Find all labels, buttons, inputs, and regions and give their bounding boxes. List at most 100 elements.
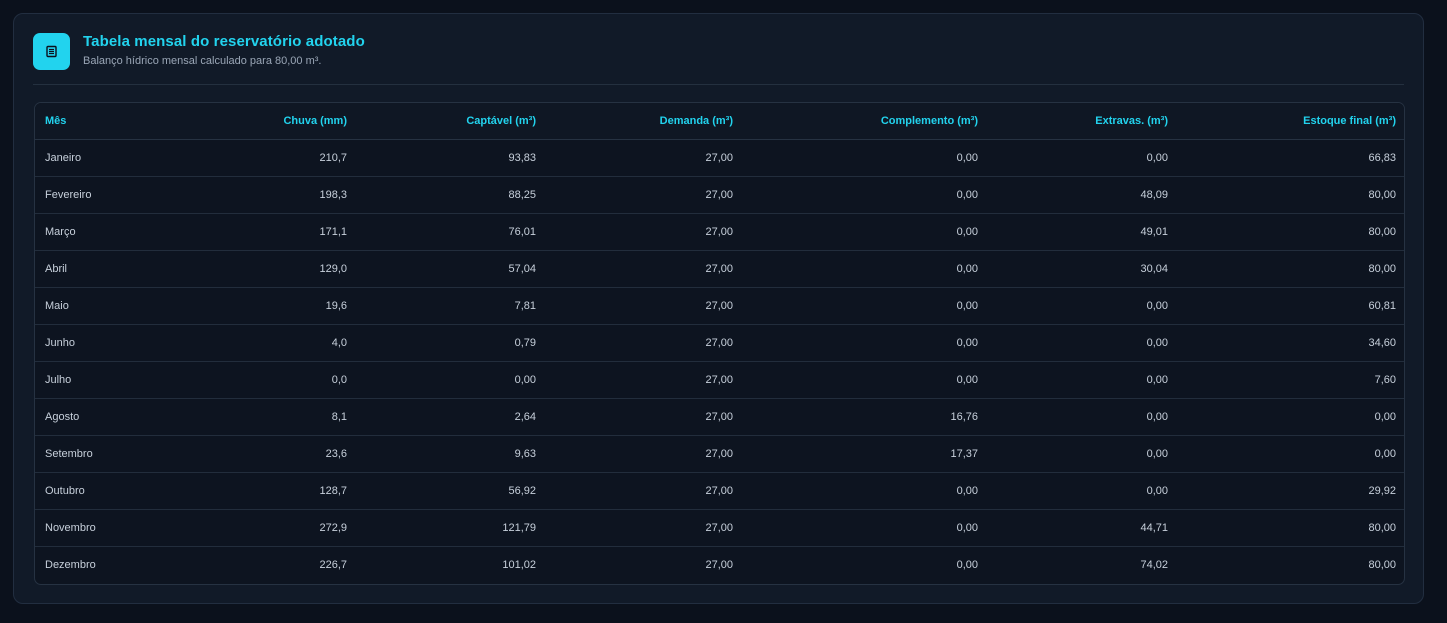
cell-overflow: 0,00 bbox=[988, 287, 1178, 325]
column-header-final-stock: Estoque final (m³) bbox=[1178, 103, 1404, 140]
cell-final-stock: 0,00 bbox=[1178, 398, 1404, 436]
column-header-rain: Chuva (mm) bbox=[185, 103, 357, 140]
card-subtitle: Balanço hídrico mensal calculado para 80… bbox=[83, 55, 322, 67]
table-row: Setembro 23,6 9,63 27,00 17,37 0,00 0,00 bbox=[35, 435, 1404, 473]
cell-final-stock: 29,92 bbox=[1178, 472, 1404, 510]
cell-capturable: 0,79 bbox=[357, 324, 546, 362]
cell-overflow: 0,00 bbox=[988, 398, 1178, 436]
column-header-overflow: Extravas. (m³) bbox=[988, 103, 1178, 140]
cell-complement: 17,37 bbox=[743, 435, 988, 473]
cell-overflow: 0,00 bbox=[988, 324, 1178, 362]
cell-complement: 0,00 bbox=[743, 139, 988, 177]
cell-demand: 27,00 bbox=[705, 559, 733, 571]
cell-capturable: 0,00 bbox=[357, 361, 546, 399]
cell-month: Março bbox=[35, 213, 185, 251]
cell-overflow: 74,02 bbox=[1140, 559, 1168, 571]
table-row: Dezembro 226,7 101,02 27,00 0,00 74,02 80,00 bbox=[35, 547, 1404, 584]
cell-demand: 27,00 bbox=[546, 361, 743, 399]
card-title: Tabela mensal do reservatório adotado bbox=[83, 33, 365, 50]
cell-month: Maio bbox=[35, 287, 185, 325]
cell-rain: 4,0 bbox=[185, 324, 357, 362]
cell-demand: 27,00 bbox=[546, 472, 743, 510]
cell-complement: 0,00 bbox=[743, 472, 988, 510]
cell-overflow: 44,71 bbox=[988, 509, 1178, 547]
column-header-month: Mês bbox=[35, 103, 185, 140]
cell-complement: 0,00 bbox=[743, 361, 988, 399]
cell-month: Setembro bbox=[35, 435, 185, 473]
cell-final-stock: 80,00 bbox=[1178, 213, 1404, 251]
monthly-table-container: Mês Chuva (mm) Captável (m³) Demanda (m³) Co… bbox=[34, 102, 1405, 585]
cell-capturable: 57,04 bbox=[357, 250, 546, 288]
table-row: Julho 0,0 0,00 27,00 0,00 0,00 7,60 bbox=[35, 361, 1404, 399]
cell-rain: 272,9 bbox=[185, 509, 357, 547]
cell-rain: 210,7 bbox=[185, 139, 357, 177]
cell-overflow: 0,00 bbox=[988, 361, 1178, 399]
cell-complement: 0,00 bbox=[743, 250, 988, 288]
table-row: Junho 4,0 0,79 27,00 0,00 0,00 34,60 bbox=[35, 324, 1404, 362]
cell-demand: 27,00 bbox=[546, 509, 743, 547]
cell-capturable: 9,63 bbox=[357, 435, 546, 473]
cell-overflow: 0,00 bbox=[988, 472, 1178, 510]
cell-month: Agosto bbox=[35, 398, 185, 436]
cell-final-stock: 80,00 bbox=[1368, 559, 1396, 571]
cell-final-stock: 66,83 bbox=[1178, 139, 1404, 177]
table-header-row: Mês Chuva (mm) Captável (m³) Demanda (m³) Co… bbox=[35, 103, 1404, 140]
card-header: Tabela mensal do reservatório adotado Ba… bbox=[33, 33, 1404, 85]
cell-capturable: 76,01 bbox=[357, 213, 546, 251]
cell-rain: 0,0 bbox=[185, 361, 357, 399]
cell-overflow: 0,00 bbox=[988, 139, 1178, 177]
cell-final-stock: 80,00 bbox=[1178, 176, 1404, 214]
cell-capturable: 121,79 bbox=[357, 509, 546, 547]
cell-demand: 27,00 bbox=[546, 435, 743, 473]
cell-overflow: 30,04 bbox=[988, 250, 1178, 288]
cell-final-stock: 34,60 bbox=[1178, 324, 1404, 362]
reservoir-table-card: Tabela mensal do reservatório adotado Ba… bbox=[13, 13, 1424, 604]
cell-demand: 27,00 bbox=[546, 176, 743, 214]
cell-capturable: 93,83 bbox=[357, 139, 546, 177]
table-list-icon bbox=[33, 33, 70, 70]
table-row: Outubro 128,7 56,92 27,00 0,00 0,00 29,92 bbox=[35, 472, 1404, 510]
cell-complement: 0,00 bbox=[743, 324, 988, 362]
cell-complement: 0,00 bbox=[743, 287, 988, 325]
column-header-complement: Complemento (m³) bbox=[743, 103, 988, 140]
cell-rain: 226,7 bbox=[319, 559, 347, 571]
table-row: Fevereiro 198,3 88,25 27,00 0,00 48,09 80,00 bbox=[35, 176, 1404, 214]
cell-complement: 0,00 bbox=[743, 213, 988, 251]
cell-demand: 27,00 bbox=[546, 287, 743, 325]
table-row: Março 171,1 76,01 27,00 0,00 49,01 80,00 bbox=[35, 213, 1404, 251]
cell-month: Janeiro bbox=[35, 139, 185, 177]
cell-overflow: 49,01 bbox=[988, 213, 1178, 251]
cell-demand: 27,00 bbox=[546, 139, 743, 177]
cell-complement: 0,00 bbox=[743, 509, 988, 547]
cell-complement: 16,76 bbox=[743, 398, 988, 436]
table-row: Agosto 8,1 2,64 27,00 16,76 0,00 0,00 bbox=[35, 398, 1404, 436]
cell-month: Abril bbox=[35, 250, 185, 288]
cell-rain: 128,7 bbox=[185, 472, 357, 510]
cell-rain: 171,1 bbox=[185, 213, 357, 251]
cell-month: Dezembro bbox=[45, 559, 96, 571]
cell-final-stock: 0,00 bbox=[1178, 435, 1404, 473]
cell-capturable: 101,02 bbox=[502, 559, 536, 571]
cell-month: Junho bbox=[35, 324, 185, 362]
cell-month: Julho bbox=[35, 361, 185, 399]
cell-rain: 19,6 bbox=[185, 287, 357, 325]
cell-demand: 27,00 bbox=[546, 324, 743, 362]
monthly-balance-table: Mês Chuva (mm) Captável (m³) Demanda (m³) Co… bbox=[35, 103, 1404, 584]
cell-demand: 27,00 bbox=[546, 213, 743, 251]
cell-capturable: 88,25 bbox=[357, 176, 546, 214]
cell-complement: 0,00 bbox=[743, 176, 988, 214]
cell-month: Fevereiro bbox=[35, 176, 185, 214]
column-header-capturable: Captável (m³) bbox=[357, 103, 546, 140]
cell-capturable: 7,81 bbox=[357, 287, 546, 325]
cell-final-stock: 60,81 bbox=[1178, 287, 1404, 325]
cell-rain: 129,0 bbox=[185, 250, 357, 288]
cell-final-stock: 7,60 bbox=[1178, 361, 1404, 399]
cell-final-stock: 80,00 bbox=[1178, 509, 1404, 547]
cell-rain: 198,3 bbox=[185, 176, 357, 214]
table-row: Abril 129,0 57,04 27,00 0,00 30,04 80,00 bbox=[35, 250, 1404, 288]
cell-month: Outubro bbox=[35, 472, 185, 510]
cell-overflow: 0,00 bbox=[988, 435, 1178, 473]
table-row: Janeiro 210,7 93,83 27,00 0,00 0,00 66,83 bbox=[35, 139, 1404, 177]
cell-capturable: 2,64 bbox=[357, 398, 546, 436]
cell-overflow: 48,09 bbox=[988, 176, 1178, 214]
